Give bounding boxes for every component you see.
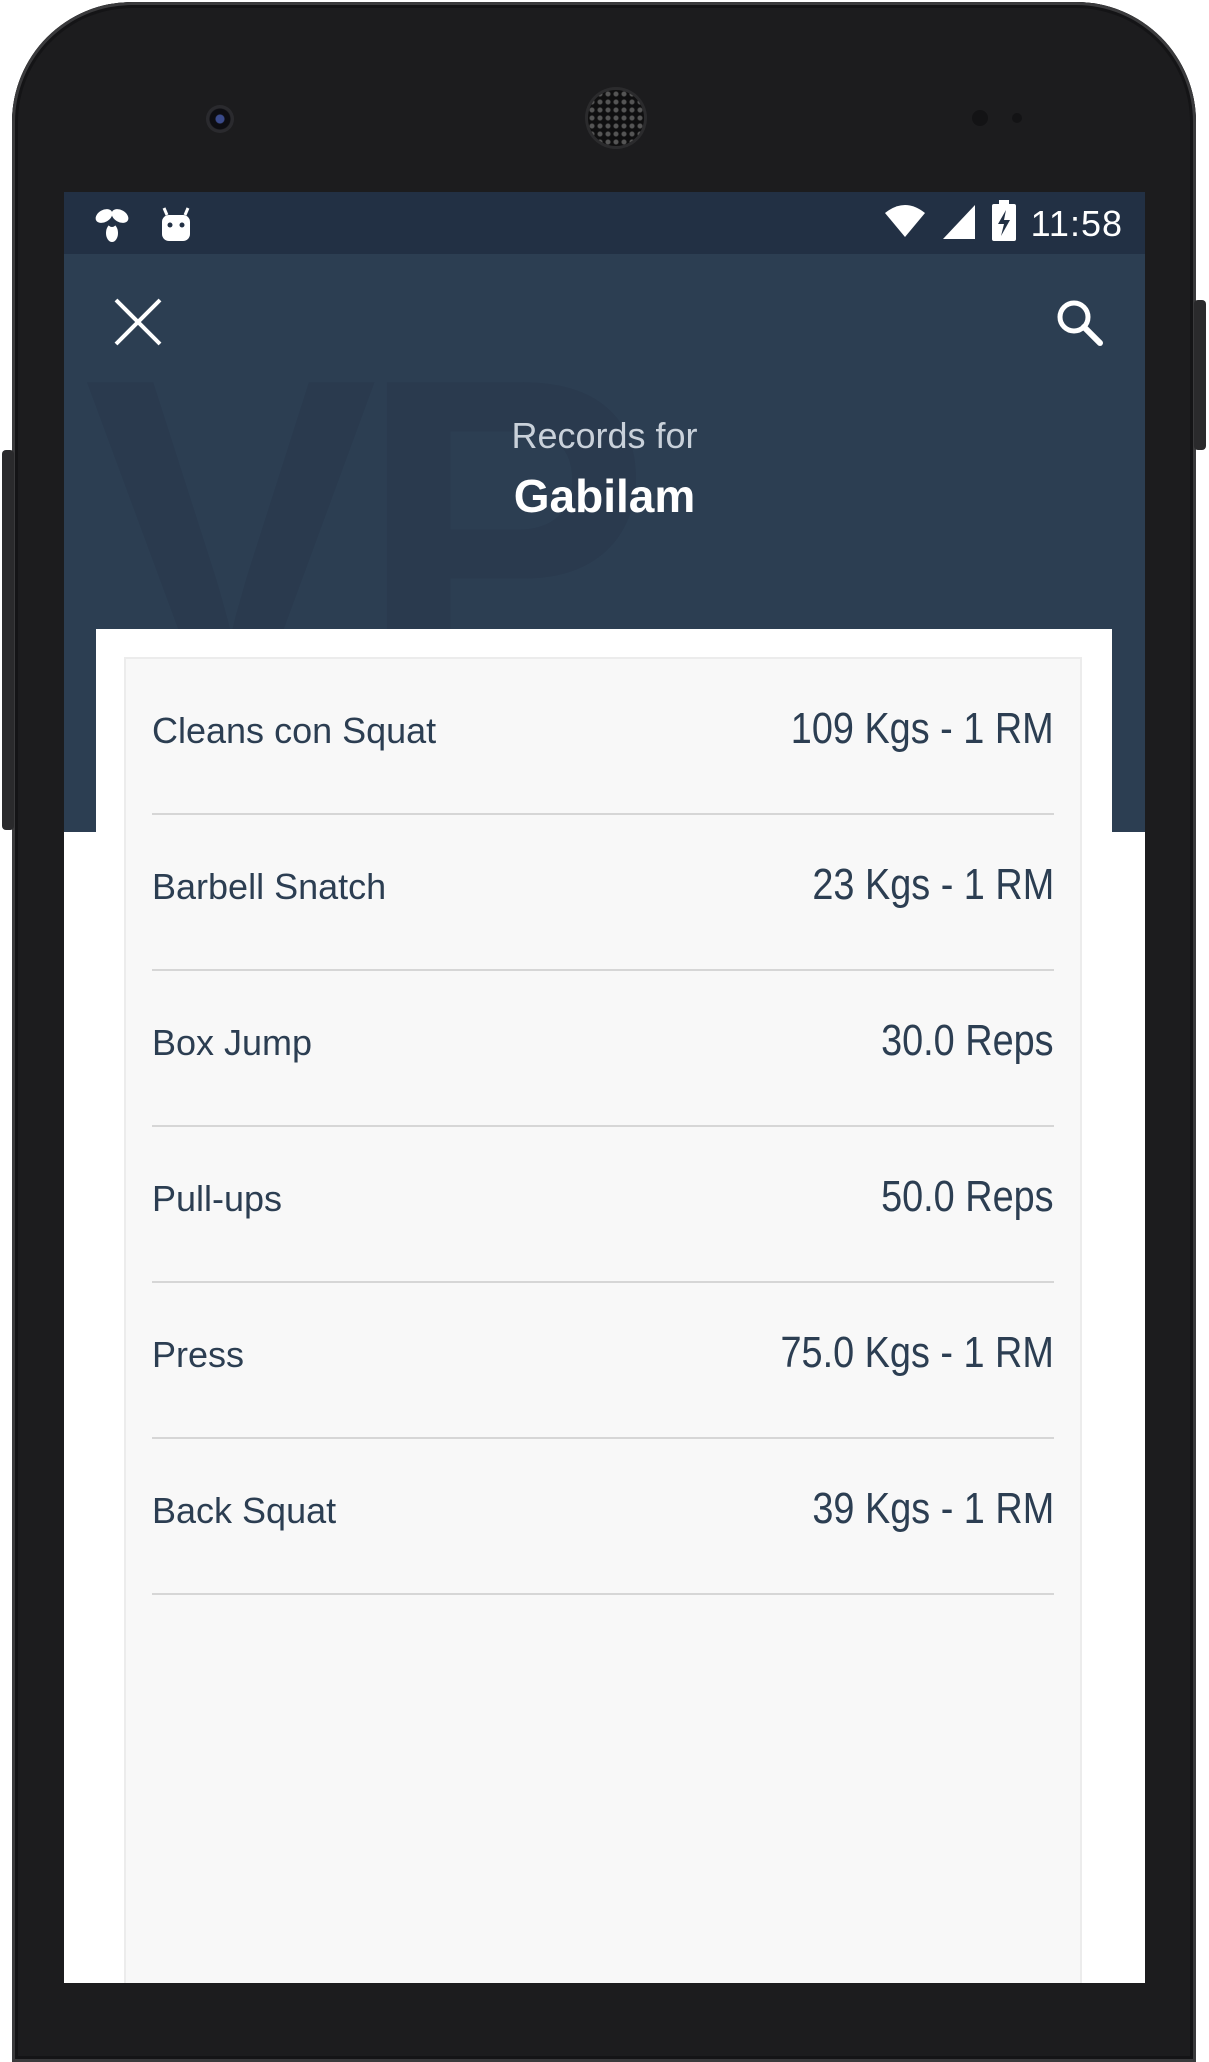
- earpiece-speaker: [588, 90, 644, 146]
- page-subtitle: Records for: [511, 415, 698, 456]
- wifi-icon: [883, 201, 927, 246]
- record-row[interactable]: Box Jump 30.0 Reps: [152, 971, 1054, 1127]
- record-name: Press: [152, 1334, 245, 1375]
- status-time: 11:58: [1030, 202, 1123, 244]
- record-row[interactable]: Back Squat 39 Kgs - 1 RM: [152, 1439, 1054, 1595]
- battery-charging-icon: [991, 200, 1017, 247]
- pinwheel-icon: [90, 204, 134, 249]
- record-row[interactable]: Cleans con Squat 109 Kgs - 1 RM: [152, 659, 1054, 815]
- record-value: 50.0 Reps: [881, 1172, 1054, 1221]
- records-card: Cleans con Squat 109 Kgs - 1 RM Barbell …: [96, 629, 1112, 1983]
- app-screen: 11:58 VP Records for Gabilam Cleans con …: [64, 192, 1145, 1983]
- search-button[interactable]: [1043, 288, 1115, 360]
- record-name: Pull-ups: [152, 1178, 283, 1219]
- record-value: 30.0 Reps: [881, 1016, 1054, 1065]
- close-icon: [112, 296, 164, 353]
- record-name: Cleans con Squat: [152, 710, 437, 751]
- front-camera: [206, 105, 234, 133]
- volume-rocker: [2, 450, 14, 830]
- status-bar: 11:58: [64, 192, 1145, 254]
- record-value: 39 Kgs - 1 RM: [812, 1484, 1054, 1533]
- proximity-sensor: [972, 110, 988, 126]
- cell-signal-icon: [941, 201, 977, 246]
- record-row[interactable]: Press 75.0 Kgs - 1 RM: [152, 1283, 1054, 1439]
- android-icon: [158, 205, 194, 248]
- record-row[interactable]: Barbell Snatch 23 Kgs - 1 RM: [152, 815, 1054, 971]
- search-icon: [1054, 297, 1104, 352]
- record-name: Box Jump: [152, 1022, 313, 1063]
- close-button[interactable]: [102, 288, 174, 360]
- record-value: 109 Kgs - 1 RM: [791, 704, 1054, 753]
- record-row[interactable]: Pull-ups 50.0 Reps: [152, 1127, 1054, 1283]
- record-name: Barbell Snatch: [152, 866, 387, 907]
- page-title: Gabilam: [513, 470, 696, 522]
- title-block: Records for Gabilam: [64, 414, 1145, 522]
- record-value: 75.0 Kgs - 1 RM: [780, 1328, 1054, 1377]
- records-list: Cleans con Squat 109 Kgs - 1 RM Barbell …: [124, 657, 1082, 1983]
- power-button: [1194, 300, 1206, 450]
- record-name: Back Squat: [152, 1490, 337, 1531]
- record-value: 23 Kgs - 1 RM: [812, 860, 1054, 909]
- light-sensor: [1012, 113, 1022, 123]
